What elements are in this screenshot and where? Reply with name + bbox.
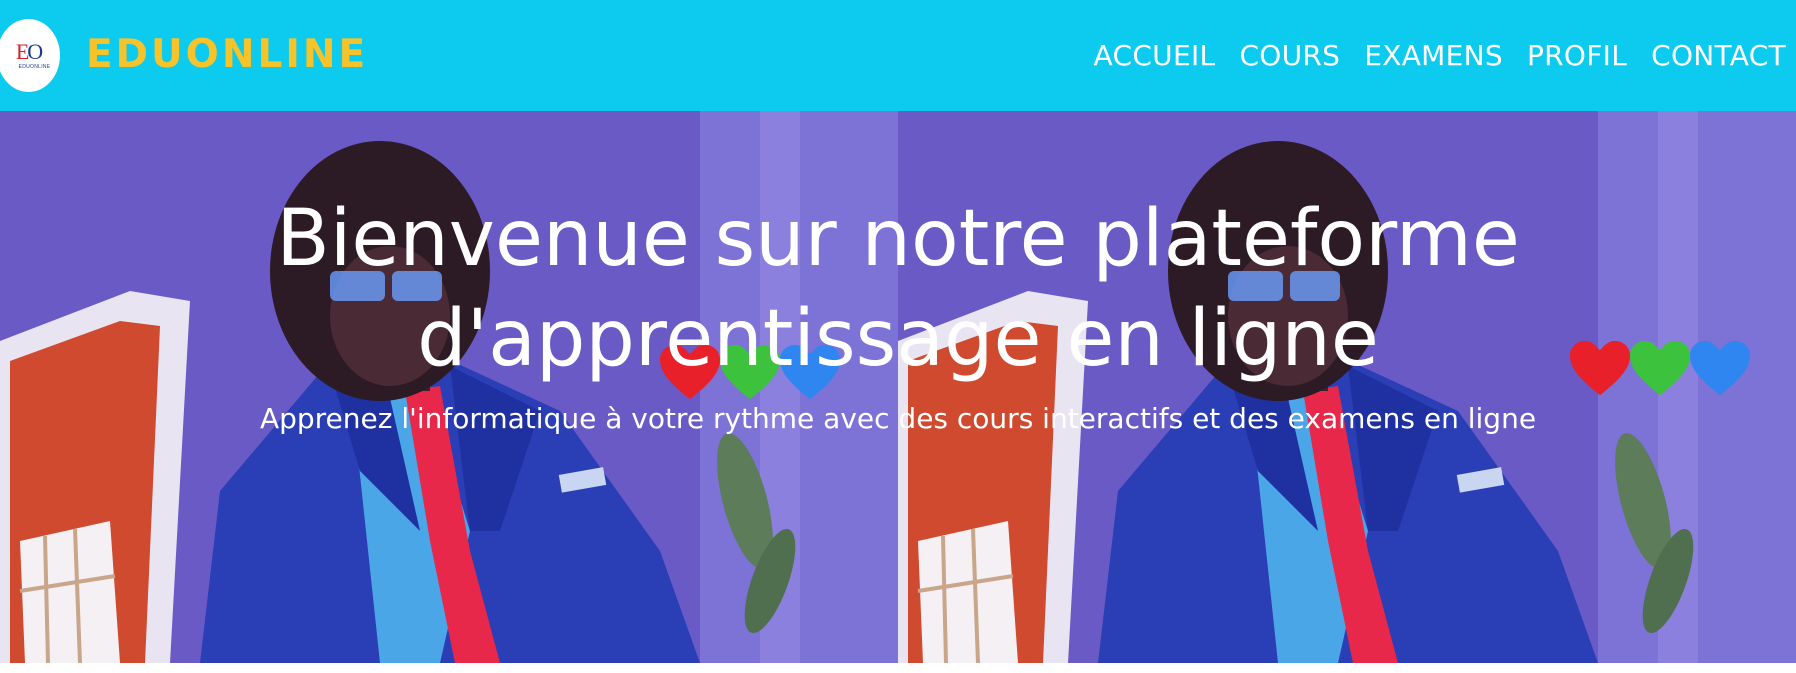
hero-subtitle: Apprenez l'informatique à votre rythme a… <box>259 402 1537 435</box>
hero-title: Bienvenue sur notre plateforme d'apprent… <box>276 194 1520 384</box>
brand-name[interactable]: EDUONLINE <box>86 30 368 80</box>
top-navbar: EO EDUONLINE EDUONLINE ACCUEIL COURS EXA… <box>0 0 1796 111</box>
logo-icon[interactable]: EO EDUONLINE <box>0 19 60 92</box>
nav-link-accueil[interactable]: ACCUEIL <box>1094 36 1216 76</box>
hero-banner: Bienvenue sur notre plateforme d'apprent… <box>0 111 1796 663</box>
page-bottom-strip <box>0 663 1796 673</box>
nav-link-contact[interactable]: CONTACT <box>1651 36 1786 76</box>
logo-mark: EO <box>15 39 43 64</box>
logo-subtext: EDUONLINE <box>18 64 51 70</box>
main-nav: ACCUEIL COURS EXAMENS PROFIL CONTACT <box>1094 36 1786 76</box>
nav-link-profil[interactable]: PROFIL <box>1527 36 1627 76</box>
nav-link-examens[interactable]: EXAMENS <box>1364 36 1503 76</box>
nav-link-cours[interactable]: COURS <box>1239 36 1340 76</box>
